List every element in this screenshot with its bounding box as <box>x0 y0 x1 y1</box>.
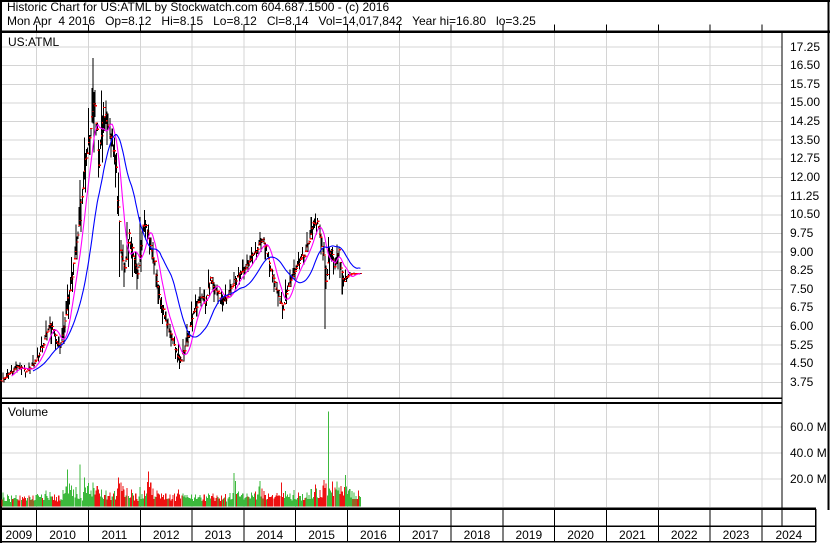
symbol-label: US:ATML <box>8 35 60 49</box>
price-axis-label: 7.50 <box>790 281 814 296</box>
price-axis-label: 14.25 <box>790 114 821 129</box>
price-axis-label: 11.25 <box>790 188 820 203</box>
year-label: 2018 <box>463 528 491 542</box>
year-label: 2015 <box>308 528 335 542</box>
year-label: 2019 <box>515 528 543 542</box>
volume-axis-label: 60.0 M <box>790 419 827 434</box>
price-axis-label: 6.75 <box>790 300 814 315</box>
year-label: 2023 <box>722 528 750 542</box>
year-label: 2024 <box>775 528 803 542</box>
year-label: 2022 <box>670 528 698 542</box>
price-axis-label: 17.25 <box>790 39 821 54</box>
year-label: 2016 <box>360 528 387 542</box>
price-axis-label: 10.50 <box>790 207 821 222</box>
year-label: 2014 <box>256 528 284 542</box>
price-axis-label: 3.75 <box>790 375 814 389</box>
header-title: Historic Chart for US:ATML by Stockwatch… <box>7 0 390 14</box>
price-axis-label: 13.50 <box>790 132 821 147</box>
year-label: 2009 <box>5 528 33 542</box>
price-axis-label: 9.75 <box>790 225 814 240</box>
price-axis-label: 6.00 <box>790 319 814 334</box>
volume-axis-label: 20.0 M <box>790 471 827 486</box>
price-axis-label: 9.00 <box>790 244 814 259</box>
volume-axis-label: 40.0 M <box>790 445 827 460</box>
year-label: 2021 <box>619 528 646 542</box>
year-label: 2012 <box>152 528 180 542</box>
year-label: 2017 <box>411 528 439 542</box>
year-label: 2010 <box>49 528 76 542</box>
price-axis-label: 5.25 <box>790 337 814 352</box>
price-axis-label: 4.50 <box>790 356 814 371</box>
price-axis-label: 15.75 <box>790 76 821 91</box>
price-axis-label: 12.75 <box>790 151 821 166</box>
price-axis-label: 8.25 <box>790 263 814 278</box>
price-axis-label: 12.00 <box>790 169 821 184</box>
year-label: 2020 <box>567 528 594 542</box>
year-label: 2013 <box>204 528 232 542</box>
chart-canvas <box>0 0 830 543</box>
price-axis-label: 16.50 <box>790 58 821 73</box>
stockwatch-historic-chart: { "header": { "line1": "Historic Chart f… <box>0 0 830 543</box>
header-quote-line: Mon Apr 4 2016 Op=8.12 Hi=8.15 Lo=8.12 C… <box>7 14 536 28</box>
price-axis-label: 15.00 <box>790 95 821 110</box>
year-label: 2011 <box>101 528 128 542</box>
volume-pane-label: Volume <box>8 405 49 419</box>
